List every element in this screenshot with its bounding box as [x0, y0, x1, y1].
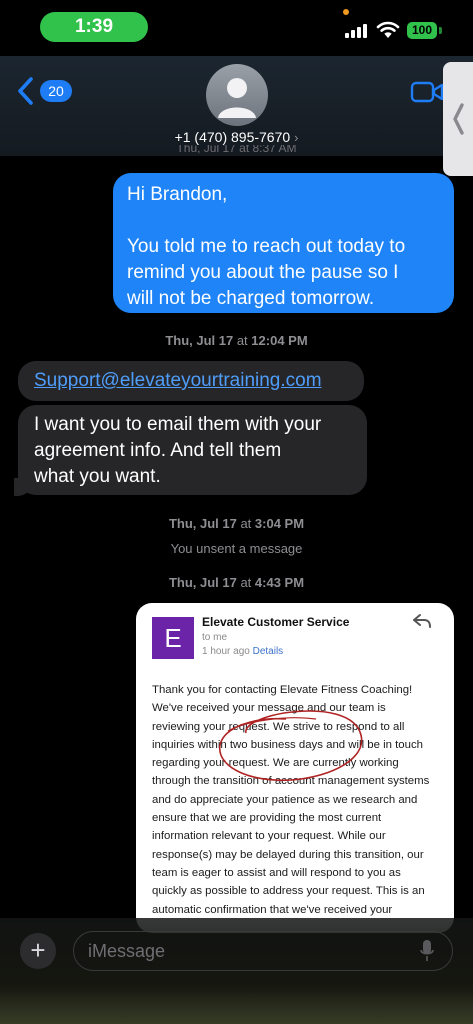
email-link[interactable]: Support@elevateyourtraining.com: [34, 370, 322, 391]
timestamp-day: Thu, Jul 17: [168, 516, 237, 531]
message-text-line: Hi Brandon,: [127, 184, 228, 205]
email-body-line: reviewing your request. We strive to res…: [152, 720, 405, 733]
timestamp: Thu, Jul 17 at 3:04 PM: [168, 516, 305, 531]
outgoing-message-bubble[interactable]: Hi Brandon, You told me to reach out tod…: [113, 173, 454, 313]
back-button[interactable]: 20: [16, 74, 76, 108]
timestamp-day: Thu, Jul 17: [168, 575, 237, 590]
email-body-line: team is eager to assist and will respond…: [152, 866, 401, 879]
unread-count-badge: 20: [40, 80, 72, 102]
email-body-line: regarding your request. We are currently…: [152, 757, 399, 770]
conversation-header: 20 +1 (470) 895-7670 ›: [0, 56, 473, 156]
apps-plus-button[interactable]: +: [20, 933, 56, 969]
sender-avatar: E: [152, 617, 194, 659]
message-text-line: [127, 208, 440, 234]
email-body-line: quickly as possible to address your requ…: [152, 885, 425, 898]
timestamp-partial: Thu, Jul 17 at 8:37 AM: [176, 145, 297, 155]
contact-name-button[interactable]: +1 (470) 895-7670 ›: [0, 129, 473, 145]
imessage-input[interactable]: [73, 931, 453, 971]
message-text-line: what you want.: [34, 466, 161, 487]
email-time-text: 1 hour ago: [202, 646, 250, 657]
email-body-line: information relevant to your request. Wh…: [152, 830, 386, 843]
person-silhouette-icon: [218, 78, 256, 118]
video-camera-icon[interactable]: [410, 80, 444, 104]
email-screenshot-attachment[interactable]: E Elevate Customer Service to me 1 hour …: [136, 603, 454, 933]
message-text-line: You told me to reach out today to: [127, 236, 406, 257]
timestamp: Thu, Jul 17 at 4:43 PM: [168, 575, 305, 590]
email-body-line: Thank you for contacting Elevate Fitness…: [152, 684, 413, 696]
email-sender: Elevate Customer Service: [202, 615, 350, 629]
timestamp: Thu, Jul 17 at 12:04 PM: [165, 333, 308, 348]
battery-cap: [439, 27, 442, 34]
email-body-line: inquiries within two business days and w…: [152, 738, 423, 751]
contact-avatar[interactable]: [206, 64, 268, 126]
chevron-left-icon: [18, 77, 33, 105]
bottom-wallpaper-glow: [0, 990, 473, 1024]
email-body-line: ensure that we are providing the most cu…: [152, 812, 382, 825]
email-time: 1 hour ago Details: [202, 646, 283, 657]
timestamp-time: 3:04 PM: [254, 516, 305, 531]
status-bar: 1:39 100: [0, 0, 473, 56]
timestamp-day: Thu, Jul 17: [165, 333, 234, 348]
message-text-line: I want you to email them with your: [34, 414, 322, 435]
status-time[interactable]: 1:39: [40, 12, 148, 42]
reply-arrow-icon: [413, 614, 431, 628]
message-text-line: agreement info. And tell them: [34, 440, 282, 461]
side-panel-handle[interactable]: [443, 62, 473, 176]
email-body-line: We've received your message and our team…: [152, 702, 386, 715]
email-body-line: automatic confirmation that we've receiv…: [152, 903, 393, 916]
chevron-right-icon: ›: [294, 130, 299, 145]
email-recipient: to me: [202, 632, 228, 643]
message-text-line: will not be charged tomorrow.: [127, 288, 375, 309]
microphone-icon[interactable]: [420, 940, 434, 962]
email-body-line: through the transition of account manage…: [152, 775, 430, 788]
unsent-message-note: You unsent a message: [170, 541, 303, 556]
incoming-link-bubble[interactable]: Support@elevateyourtraining.com: [18, 361, 364, 401]
incoming-message-bubble[interactable]: I want you to email them with your agreem…: [18, 405, 367, 495]
wifi-icon: [376, 21, 400, 38]
email-details-link: Details: [252, 646, 284, 657]
chevron-left-icon: [453, 103, 464, 135]
email-body-line: and do appreciate your patience as we re…: [152, 793, 418, 806]
battery-indicator: 100: [407, 22, 437, 39]
cellular-signal-icon: [345, 22, 371, 38]
privacy-indicator-dot: [343, 9, 349, 15]
email-body-line: response(s) may be delayed during this t…: [152, 848, 424, 861]
timestamp-time: 4:43 PM: [254, 575, 305, 590]
timestamp-time: 12:04 PM: [251, 333, 308, 348]
contact-name: +1 (470) 895-7670: [174, 129, 291, 145]
email-body: Thank you for contacting Elevate Fitness…: [152, 681, 448, 919]
message-text-line: remind you about the pause so I: [127, 262, 399, 283]
